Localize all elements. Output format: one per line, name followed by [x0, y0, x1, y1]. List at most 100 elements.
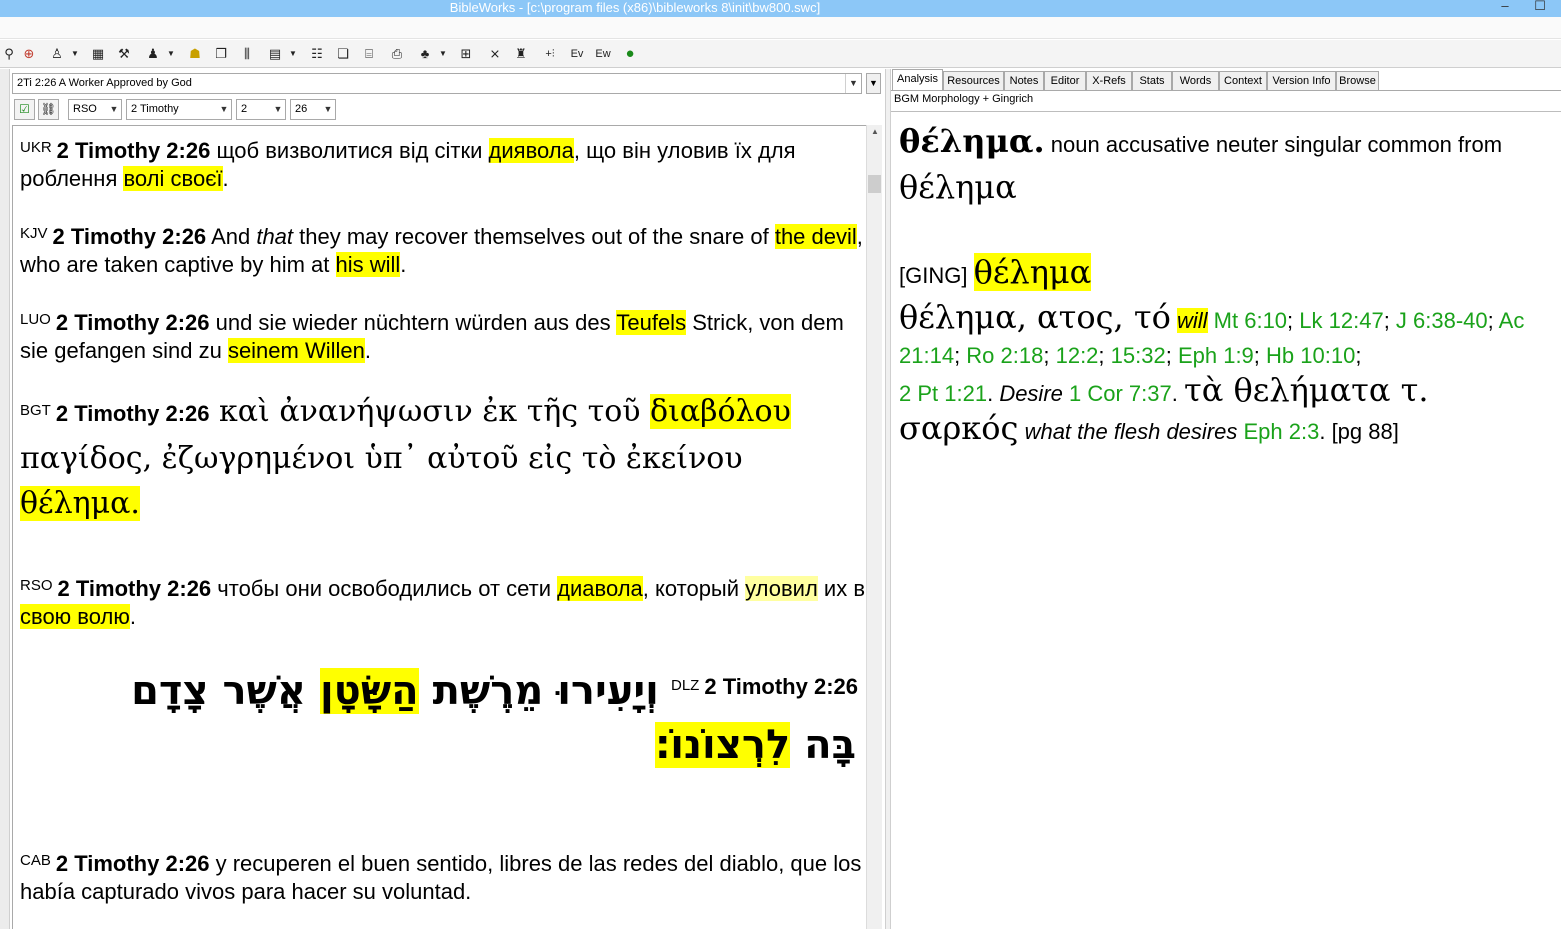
scripture-link[interactable]: 1 Cor 7:37 — [1069, 381, 1172, 406]
check-icon[interactable]: ☑ — [14, 99, 35, 120]
verse-reference[interactable]: 2 Timothy 2:26 — [56, 851, 210, 876]
scripture-link[interactable]: Hb 10:10 — [1266, 343, 1355, 368]
verse-reference[interactable]: 2 Timothy 2:26 — [58, 576, 212, 601]
tab-xrefs[interactable]: X-Refs — [1086, 71, 1132, 91]
minimize-icon[interactable]: – — [1490, 0, 1520, 16]
chevron-down-icon[interactable]: ▼ — [321, 100, 335, 119]
verse-reference[interactable]: 2 Timothy 2:26 — [57, 138, 211, 163]
highlighted-word[interactable]: seinem Willen — [227, 338, 365, 363]
highlighted-word[interactable]: διαβόλου — [650, 394, 791, 429]
browse-window[interactable]: UKR 2 Timothy 2:26 щоб визволитися від сі… — [12, 125, 866, 929]
book-combo[interactable]: 2 Timothy ▼ — [126, 99, 232, 120]
scripture-link[interactable]: Lk 12:47 — [1299, 308, 1383, 333]
crossing-icon[interactable]: ⨯ — [486, 45, 504, 63]
layout-icon[interactable]: ⊞ — [457, 45, 475, 63]
chapter-combo[interactable]: 2 ▼ — [236, 99, 286, 120]
scroll-up-icon[interactable]: ▲ — [867, 127, 883, 136]
tab-resources[interactable]: Resources — [943, 71, 1004, 91]
highlighted-word[interactable]: свою волю — [20, 604, 130, 629]
link-icon[interactable]: ⛓ — [38, 99, 59, 120]
lexicon-headword: θέλημα — [973, 253, 1092, 291]
verse-reference[interactable]: 2 Timothy 2:26 — [704, 674, 858, 699]
version-label[interactable]: RSO — [20, 577, 53, 594]
vertical-scrollbar[interactable]: ▲ — [866, 125, 882, 929]
highlighted-word[interactable]: the devil — [774, 224, 857, 249]
dropdown-arrow-icon[interactable]: ▼ — [434, 45, 452, 63]
scripture-link[interactable]: Ro 2:18 — [966, 343, 1043, 368]
version-combo[interactable]: RSO ▼ — [68, 99, 122, 120]
folder-icon[interactable]: ⌸ — [360, 45, 378, 63]
globe-icon[interactable]: ● — [621, 45, 639, 63]
dropdown-arrow-icon[interactable]: ▼ — [284, 45, 302, 63]
dropdown-arrow-icon[interactable]: ▼ — [66, 45, 84, 63]
chevron-down-icon[interactable]: ▼ — [107, 100, 121, 119]
tools-icon[interactable]: ⚒ — [115, 45, 133, 63]
verse-text: und sie wieder nüchtern würden aus des — [209, 310, 617, 335]
chevron-down-icon[interactable]: ▼ — [845, 74, 861, 93]
scripture-link[interactable]: J 6:38-40 — [1396, 308, 1488, 333]
verse-reference[interactable]: 2 Timothy 2:26 — [56, 310, 210, 335]
lexicon-label: [GING] — [899, 263, 968, 288]
tab-stats[interactable]: Stats — [1132, 71, 1172, 91]
verse-reference[interactable]: 2 Timothy 2:26 — [53, 224, 207, 249]
highlighted-word[interactable]: his will — [335, 252, 401, 277]
verse-reference[interactable]: 2 Timothy 2:26 — [56, 401, 210, 426]
ew-icon[interactable]: Ew — [592, 45, 614, 63]
ev-icon[interactable]: Ev — [566, 45, 588, 63]
tab-notes[interactable]: Notes — [1004, 71, 1044, 91]
scripture-link[interactable]: Mt 6:10 — [1214, 308, 1287, 333]
chevron-down-icon[interactable]: ▼ — [271, 100, 285, 119]
lamp-icon[interactable]: ☗ — [186, 45, 204, 63]
version-label[interactable]: UKR — [20, 139, 52, 156]
tab-words[interactable]: Words — [1172, 71, 1219, 91]
scripture-link[interactable]: Eph 1:9 — [1178, 343, 1254, 368]
crosshair-icon[interactable]: ⊕ — [20, 45, 38, 63]
dropdown-arrow-icon[interactable]: ▼ — [162, 45, 180, 63]
search-icon[interactable]: ⚲ — [0, 45, 18, 63]
gingrich-header: [GING] θέλημα — [899, 252, 1554, 296]
highlighted-word[interactable]: לִרְצוֹנוֹ׃ — [655, 722, 791, 768]
scripture-link[interactable]: 15:32 — [1111, 343, 1166, 368]
version-label[interactable]: KJV — [20, 225, 48, 242]
lemma[interactable]: θέλημα — [899, 168, 1017, 206]
verse-text: щоб визволитися від сітки — [210, 138, 489, 163]
highlighted-word[interactable]: Teufels — [616, 310, 687, 335]
maximize-icon[interactable]: ☐ — [1525, 0, 1555, 16]
scripture-link[interactable]: 2 Pt 1:21 — [899, 381, 987, 406]
tab-editor[interactable]: Editor — [1044, 71, 1086, 91]
copy-icon[interactable]: ❏ — [334, 45, 352, 63]
highlighted-word[interactable]: הַשָּׂטָן — [319, 668, 419, 714]
scroll-thumb[interactable] — [868, 175, 881, 193]
list-icon[interactable]: ☷ — [308, 45, 326, 63]
user-icon[interactable]: ♟ — [144, 45, 162, 63]
version-label[interactable]: BGT — [20, 402, 51, 419]
calendar-icon[interactable]: ▦ — [89, 45, 107, 63]
highlighted-word[interactable]: θέλημα — [20, 486, 131, 521]
bookmark-icon[interactable]: ♜ — [512, 45, 530, 63]
italic-word: that — [256, 224, 294, 249]
person-icon[interactable]: ♙ — [48, 45, 66, 63]
highlighted-word[interactable]: диявола — [488, 138, 574, 163]
grid-icon[interactable]: ▤ — [266, 45, 284, 63]
verse-combo[interactable]: 26 ▼ — [290, 99, 336, 120]
chevron-down-icon[interactable]: ▼ — [217, 100, 231, 119]
plus-icon[interactable]: +⫶ — [539, 45, 561, 63]
tab-analysis[interactable]: Analysis — [892, 69, 943, 91]
pane-dropdown[interactable]: ▼ — [866, 73, 881, 94]
version-label[interactable]: DLZ — [671, 677, 699, 694]
scripture-link[interactable]: Eph 2:3 — [1243, 419, 1319, 444]
scripture-link[interactable]: 12:2 — [1056, 343, 1099, 368]
verse-select[interactable]: 2Ti 2:26 A Worker Approved by God ▼ — [12, 73, 862, 94]
tab-version-info[interactable]: Version Info — [1267, 71, 1336, 91]
highlighted-word[interactable]: волі своєї — [123, 166, 223, 191]
highlighted-word[interactable]: уловил — [745, 576, 818, 601]
highlighted-word[interactable]: диавола — [557, 576, 643, 601]
tab-context[interactable]: Context — [1219, 71, 1267, 91]
windows-icon[interactable]: ❐ — [212, 45, 230, 63]
version-label[interactable]: LUO — [20, 311, 51, 328]
tab-browse[interactable]: Browse — [1336, 71, 1379, 91]
columns-icon[interactable]: ⫼ — [238, 45, 256, 63]
version-label[interactable]: CAB — [20, 852, 51, 869]
tree-icon[interactable]: ♣ — [416, 45, 434, 63]
printer-icon[interactable]: ⎙ — [388, 45, 406, 63]
